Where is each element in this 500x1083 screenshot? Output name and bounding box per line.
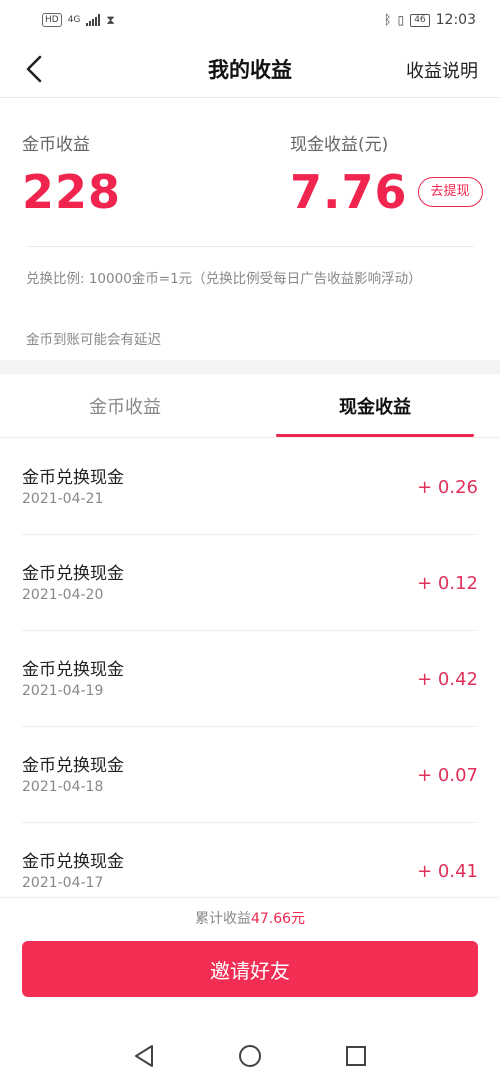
earnings-info-link[interactable]: 收益说明 xyxy=(406,57,478,83)
record-title: 金币兑换现金 xyxy=(22,852,124,872)
vibrate-icon: ▯ xyxy=(397,13,405,27)
earnings-tabs: 金币收益 现金收益 xyxy=(0,374,500,438)
list-item: 金币兑换现金 2021-04-18 + 0.07 xyxy=(22,727,478,823)
coin-earnings-value: 228 xyxy=(22,165,122,219)
hourglass-icon: ⧗ xyxy=(106,12,115,27)
record-title: 金币兑换现金 xyxy=(22,564,124,584)
cash-row: 7.76 去提现 xyxy=(290,155,483,217)
record-amount: + 0.42 xyxy=(417,669,478,690)
status-right: ᛒ ▯ 46 12:03 xyxy=(384,12,476,28)
status-time: 12:03 xyxy=(435,12,476,28)
record-date: 2021-04-21 xyxy=(22,491,104,507)
delay-note: 金币到账可能会有延迟 xyxy=(26,332,161,348)
section-gap xyxy=(0,360,500,374)
earnings-record-list[interactable]: 金币兑换现金 2021-04-21 + 0.26 金币兑换现金 2021-04-… xyxy=(0,439,500,897)
system-nav-bar xyxy=(0,1028,500,1083)
list-item: 金币兑换现金 2021-04-20 + 0.12 xyxy=(22,535,478,631)
chevron-left-icon xyxy=(26,55,42,83)
active-tab-indicator xyxy=(276,434,474,437)
system-back-button[interactable] xyxy=(131,1043,157,1069)
total-earnings-label: 累计收益 xyxy=(194,911,251,927)
record-date: 2021-04-18 xyxy=(22,779,104,795)
record-date: 2021-04-19 xyxy=(22,683,104,699)
footer-divider xyxy=(0,897,500,898)
record-amount: + 0.41 xyxy=(417,861,478,882)
coin-earnings-label: 金币收益 xyxy=(22,135,90,155)
withdraw-button[interactable]: 去提现 xyxy=(417,177,483,207)
tab-label: 金币收益 xyxy=(89,396,161,418)
record-amount: + 0.26 xyxy=(417,477,478,498)
back-button[interactable] xyxy=(18,53,50,85)
tab-cash-earnings[interactable]: 现金收益 xyxy=(250,374,500,437)
record-title: 金币兑换现金 xyxy=(22,756,124,776)
cash-earnings: 现金收益(元) 7.76 去提现 xyxy=(290,130,483,217)
record-title: 金币兑换现金 xyxy=(22,468,124,488)
tab-coin-earnings[interactable]: 金币收益 xyxy=(0,374,250,437)
record-title: 金币兑换现金 xyxy=(22,660,124,680)
triangle-back-icon xyxy=(135,1044,153,1067)
circle-home-icon xyxy=(239,1044,261,1067)
list-item: 金币兑换现金 2021-04-21 + 0.26 xyxy=(22,439,478,535)
exchange-ratio-note: 兑换比例: 10000金币=1元（兑换比例受每日广告收益影响浮动） xyxy=(26,271,422,287)
page-title: 我的收益 xyxy=(208,57,292,82)
list-item: 金币兑换现金 2021-04-17 + 0.41 xyxy=(22,823,478,897)
battery-indicator: 46 xyxy=(410,13,430,27)
total-earnings: 累计收益47.66元 xyxy=(0,908,500,928)
total-earnings-value: 47.66元 xyxy=(250,911,306,927)
record-date: 2021-04-20 xyxy=(22,587,104,603)
cash-earnings-label: 现金收益(元) xyxy=(290,135,389,155)
invite-friends-button[interactable]: 邀请好友 xyxy=(22,941,478,997)
record-date: 2021-04-17 xyxy=(22,875,104,891)
status-left: HD 4G ⧗ xyxy=(42,13,115,28)
coin-earnings: 金币收益 228 xyxy=(22,130,121,217)
system-recent-button[interactable] xyxy=(343,1043,369,1069)
signal-icon xyxy=(86,14,101,26)
list-item: 金币兑换现金 2021-04-19 + 0.42 xyxy=(22,631,478,727)
hd-badge: HD xyxy=(42,13,62,27)
record-amount: + 0.12 xyxy=(417,573,478,594)
divider xyxy=(26,246,474,247)
square-recent-icon xyxy=(346,1045,366,1066)
status-bar: HD 4G ⧗ ᛒ ▯ 46 12:03 xyxy=(0,0,500,40)
tab-label: 现金收益 xyxy=(339,396,411,418)
nav-bar: 我的收益 收益说明 xyxy=(0,40,500,98)
bluetooth-icon: ᛒ xyxy=(383,12,392,28)
system-home-button[interactable] xyxy=(237,1043,263,1069)
record-amount: + 0.07 xyxy=(417,765,478,786)
network-type: 4G xyxy=(67,15,81,25)
earnings-summary: 金币收益 228 现金收益(元) 7.76 去提现 兑换比例: 10000金币=… xyxy=(0,98,500,360)
cash-earnings-value: 7.76 xyxy=(290,165,408,219)
